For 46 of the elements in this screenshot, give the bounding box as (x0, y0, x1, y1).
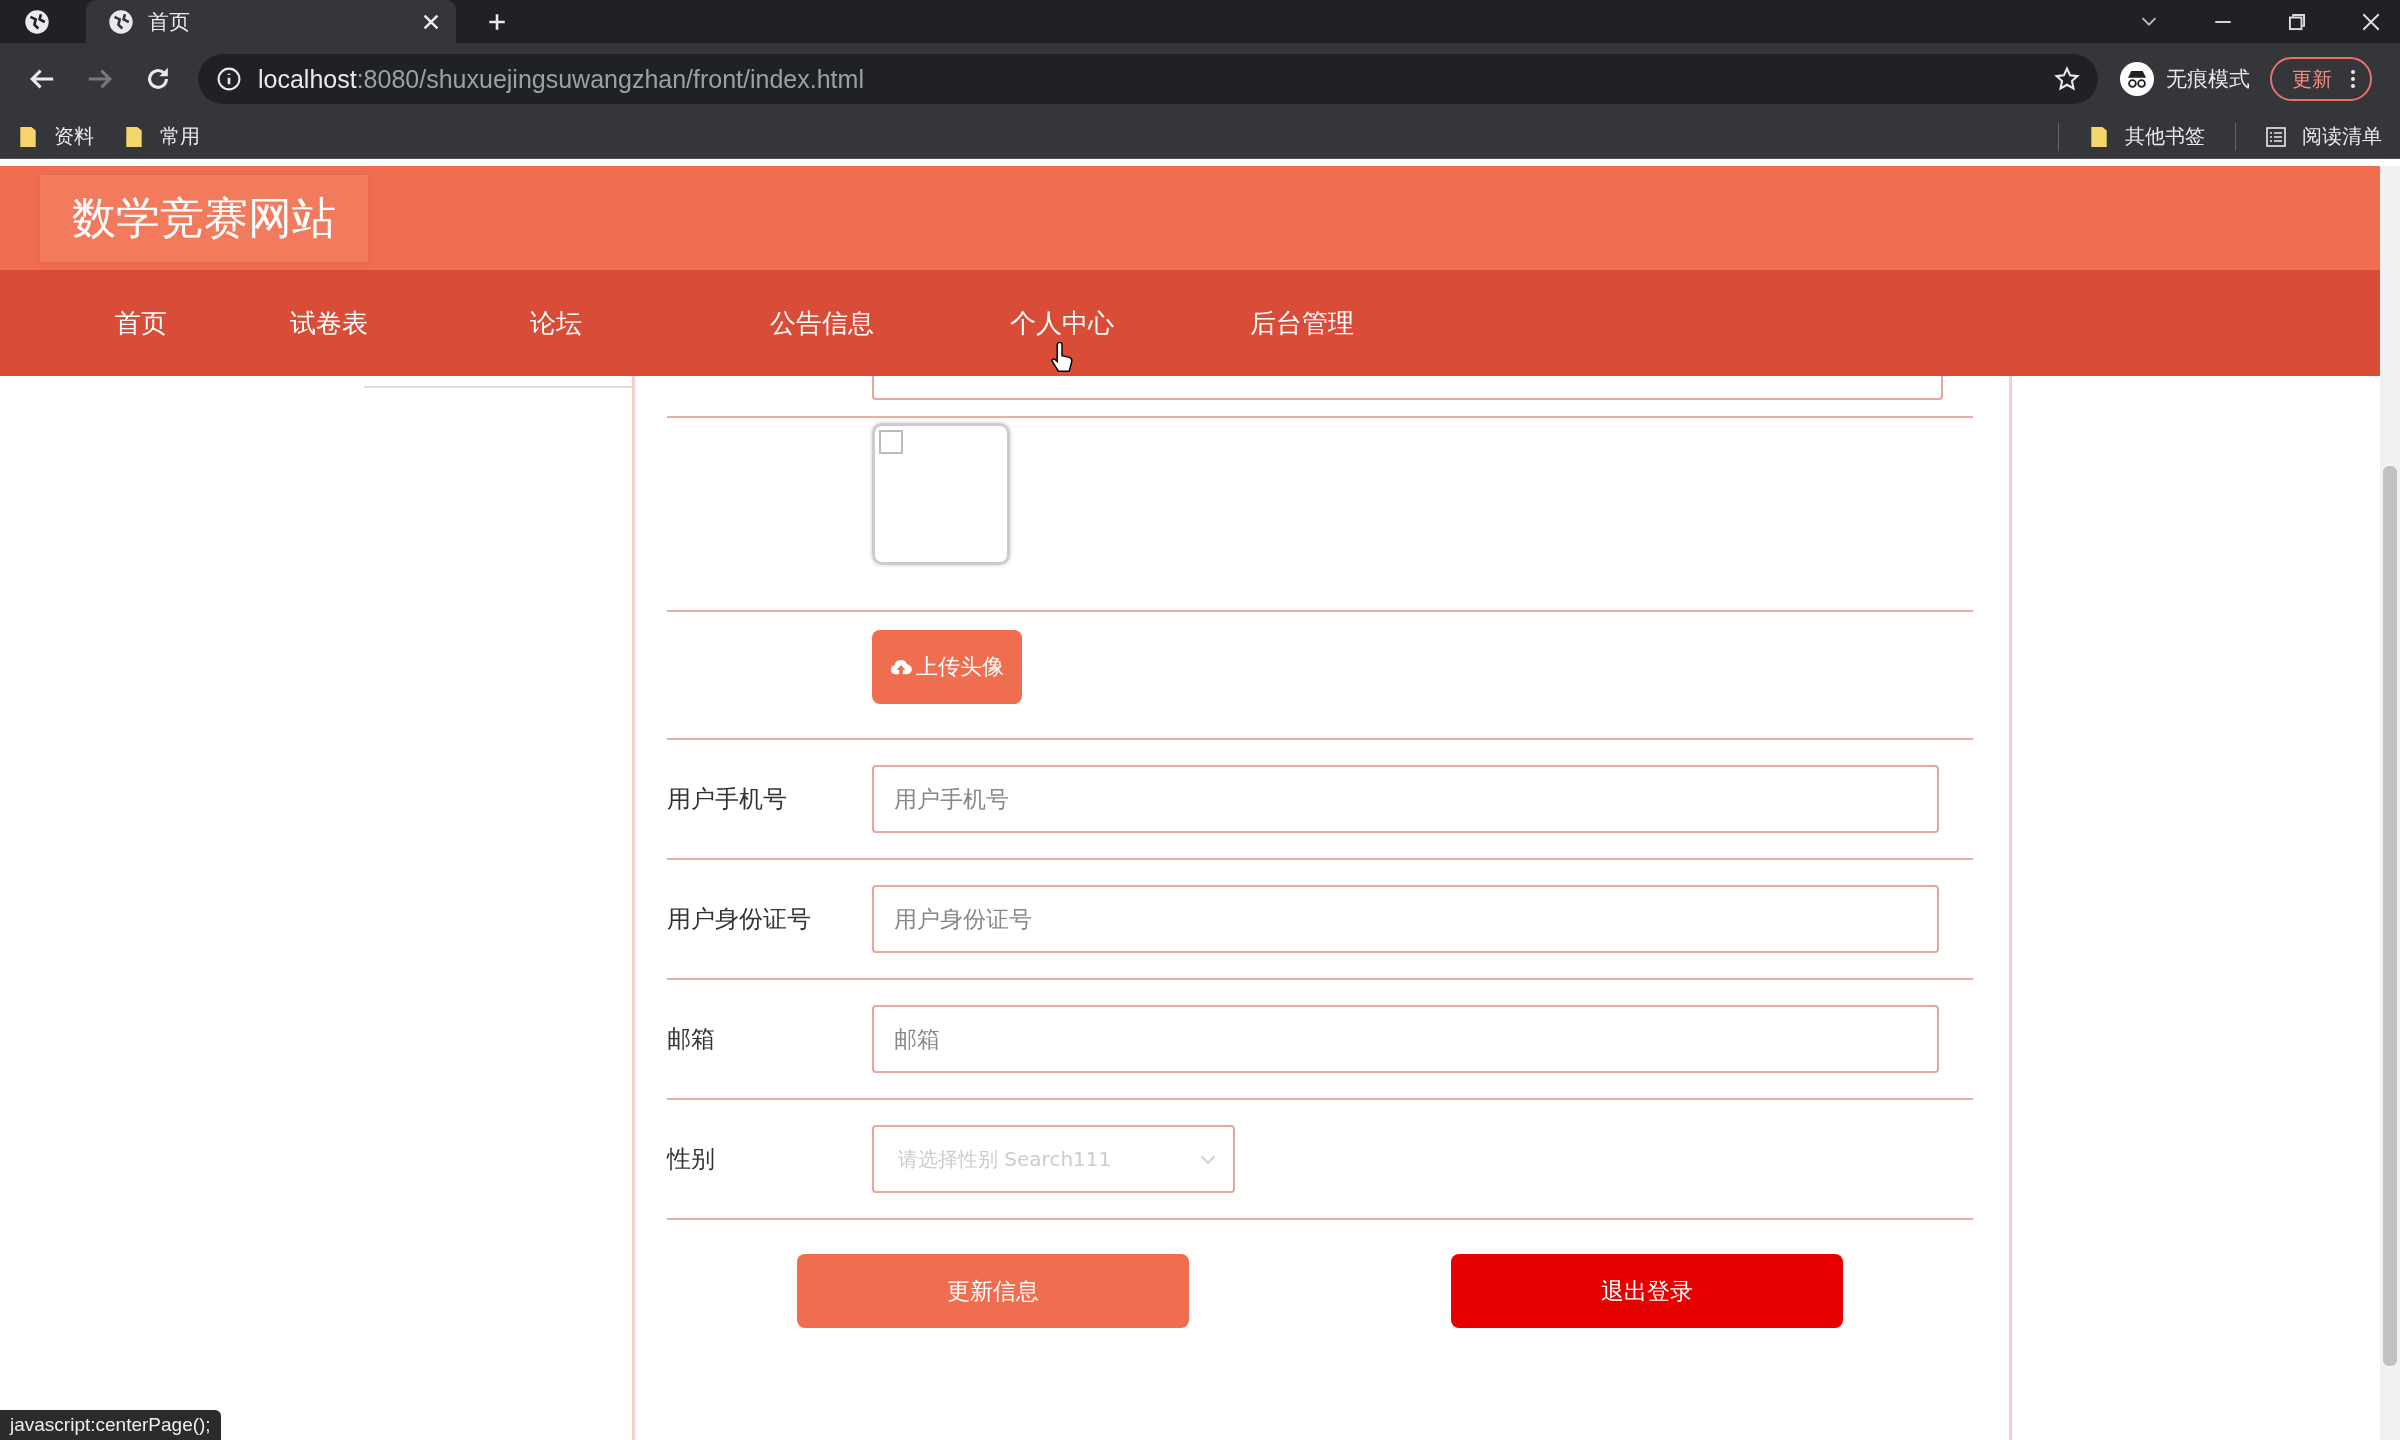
folder-icon (124, 125, 144, 148)
folder-icon (18, 125, 38, 148)
field-label: 邮箱 (667, 1024, 716, 1055)
bookmark-item[interactable]: 资料 (18, 123, 94, 150)
nav-link[interactable]: 个人中心 (1010, 305, 1250, 341)
input-field[interactable]: 邮箱 (872, 1005, 1939, 1073)
scrollbar[interactable] (2380, 166, 2400, 1440)
browser-tab[interactable]: 首页 (86, 0, 456, 43)
logout-button[interactable]: 退出登录 (1451, 1254, 1843, 1328)
more-icon (2350, 69, 2356, 89)
incognito-icon (2120, 62, 2154, 96)
globe-icon (108, 8, 134, 35)
input-field[interactable]: 用户手机号 (872, 765, 1939, 833)
star-icon[interactable] (2054, 66, 2080, 92)
cloud-upload-icon (890, 658, 912, 676)
field-label: 用户手机号 (667, 784, 788, 815)
site-title: 数学竞赛网站 (40, 174, 368, 262)
nav-link[interactable]: 论坛 (530, 305, 770, 341)
nav-link[interactable]: 后台管理 (1250, 305, 1490, 341)
bookmark-item[interactable]: 其他书签 (2089, 123, 2205, 150)
new-tab-icon[interactable] (488, 12, 506, 31)
address-bar[interactable]: localhost:8080/shuxuejingsuwangzhan/front/index.html (198, 54, 2098, 104)
info-icon (216, 66, 242, 92)
pointer-cursor-icon (1050, 342, 1074, 374)
field-label: 用户身份证号 (667, 904, 812, 935)
restore-icon[interactable] (2288, 12, 2306, 31)
upload-avatar-button[interactable]: 上传头像 (872, 630, 1022, 704)
close-icon[interactable] (2362, 12, 2380, 31)
bookmark-item[interactable]: 常用 (124, 123, 200, 150)
bookmark-item[interactable]: 阅读清单 (2266, 123, 2382, 150)
nav-link[interactable]: 公告信息 (770, 305, 1010, 341)
input-field[interactable]: 用户身份证号 (872, 885, 1939, 953)
list-icon (2266, 125, 2286, 148)
checkbox[interactable] (879, 430, 903, 454)
field-label: 性别 (667, 1144, 716, 1175)
update-info-button[interactable]: 更新信息 (797, 1254, 1189, 1328)
browser-icon[interactable] (24, 8, 50, 35)
url-text: localhost:8080/shuxuejingsuwangzhan/front/index.html (258, 64, 864, 94)
update-button[interactable]: 更新 (2270, 57, 2372, 101)
close-icon[interactable] (422, 12, 440, 31)
incognito-badge[interactable]: 无痕模式 (2120, 62, 2250, 96)
folder-icon (2089, 125, 2109, 148)
nav-link[interactable]: 试卷表 (290, 305, 530, 341)
status-url-tooltip: javascript:centerPage(); (0, 1410, 221, 1440)
nav-link[interactable]: 首页 (70, 305, 290, 341)
input-field[interactable] (872, 376, 1943, 400)
